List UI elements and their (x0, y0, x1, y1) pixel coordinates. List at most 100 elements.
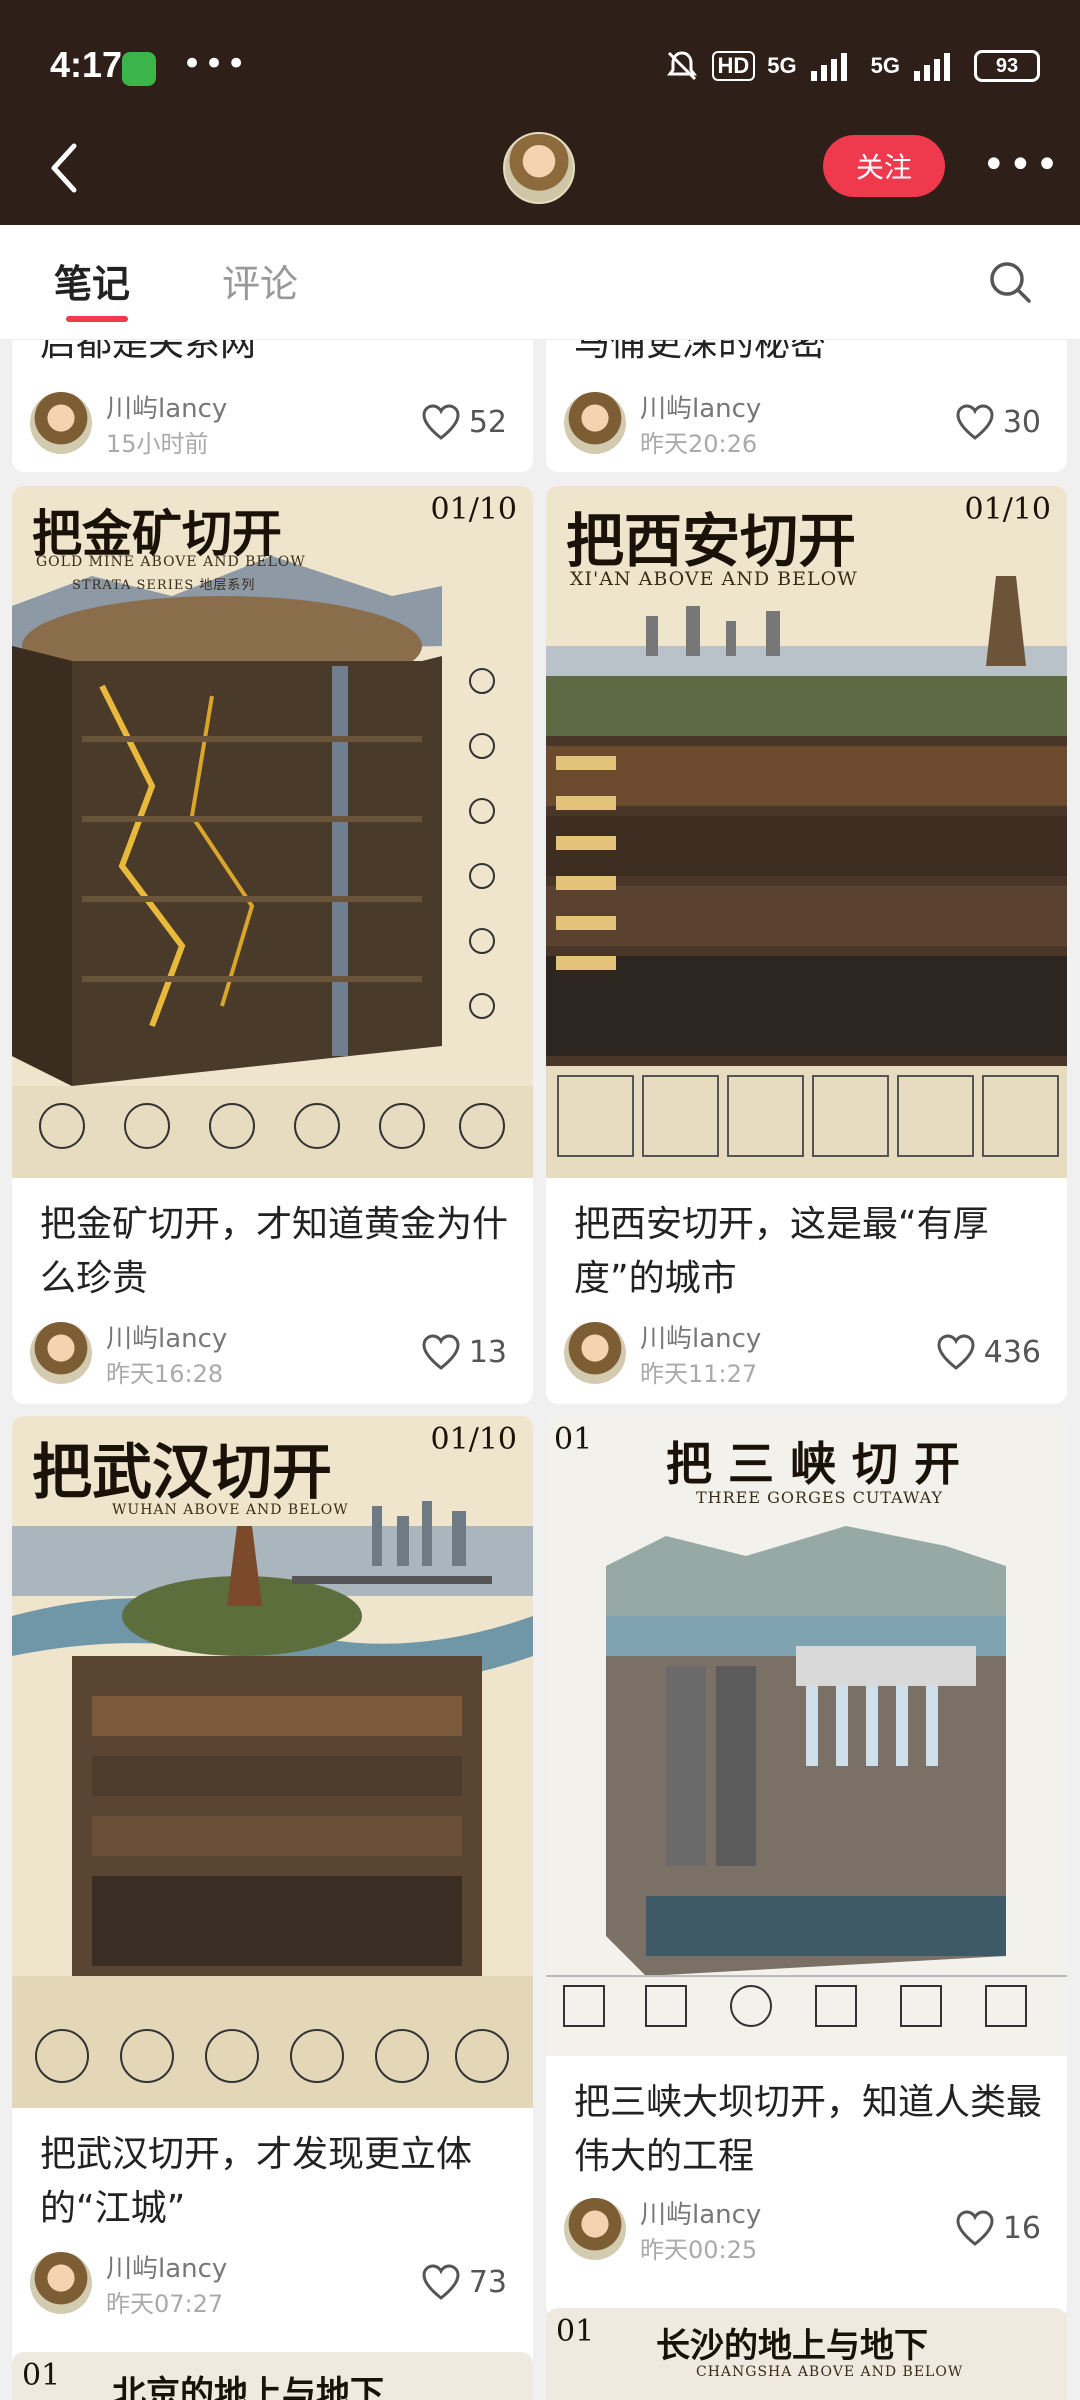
note-card[interactable]: 把武汉切开 WUHAN ABOVE AND BELOW 01/10 把武汉切开，… (12, 1416, 533, 2376)
profile-avatar[interactable] (503, 132, 575, 204)
heart-icon (956, 404, 994, 440)
avatar (564, 392, 626, 454)
tab-bar: 笔记 评论 (0, 225, 1080, 340)
note-card[interactable]: 01 长沙的地上与地下 CHANGSHA ABOVE AND BELOW (546, 2308, 1067, 2400)
poster-subtitle: THREE GORGES CUTAWAY (696, 1488, 944, 1507)
hd-badge: HD (711, 51, 756, 81)
like-count: 52 (468, 404, 507, 440)
note-cover-image[interactable]: 把西安切开 XI'AN ABOVE AND BELOW 01/10 (546, 486, 1067, 1178)
more-options-icon[interactable]: ••• (982, 145, 1062, 185)
poster-page-number: 01 (22, 2358, 61, 2393)
author-name: 川屿lancy (106, 2254, 228, 2284)
poster-title: 把武汉切开 (32, 1438, 332, 1508)
like-button[interactable]: 30 (955, 398, 1041, 446)
poster-page-number: 01 (556, 2314, 595, 2349)
poster-subtitle: XI'AN ABOVE AND BELOW (570, 568, 858, 590)
post-time: 15小时前 (106, 430, 209, 458)
signal-bars-icon (914, 53, 950, 81)
post-time: 昨天07:27 (106, 2290, 224, 2318)
battery-level: 93 (995, 54, 1019, 77)
avatar (30, 1322, 92, 1384)
back-arrow-icon[interactable] (44, 138, 84, 198)
note-cover-image[interactable]: 把金矿切开 GOLD MINE ABOVE AND BELOW STRATA S… (12, 486, 533, 1178)
wuhan-cutaway-illustration (12, 1416, 533, 2108)
signal-bars-icon (810, 53, 847, 81)
signal-label-1: 5G (767, 53, 797, 78)
nav-row: 关注 ••• (0, 120, 1080, 225)
note-title: 把三峡大坝切开，知道人类最伟大的工程 (574, 2082, 1043, 2177)
author-row[interactable]: 川屿lancy 昨天07:27 (30, 2246, 330, 2318)
poster-page-number: 01/10 (964, 492, 1051, 527)
tab-comments[interactable]: 评论 (222, 253, 298, 308)
heart-icon (937, 1334, 975, 1370)
search-icon[interactable] (988, 260, 1032, 304)
like-count: 436 (983, 1334, 1041, 1370)
heart-icon (956, 2210, 994, 2246)
avatar (564, 1322, 626, 1384)
status-bar: 4:17 ••• HD 5G 5G 93 (0, 0, 1080, 120)
poster-subtitle: WUHAN ABOVE AND BELOW (112, 1502, 349, 1518)
post-time: 昨天16:28 (106, 1360, 224, 1388)
author-name: 川屿lancy (106, 1324, 228, 1354)
note-title: 把武汉切开，才发现更立体的“江城” (40, 2134, 473, 2229)
note-cover-image[interactable]: 把武汉切开 WUHAN ABOVE AND BELOW 01/10 (12, 1416, 533, 2108)
author-name: 川屿lancy (640, 1324, 762, 1354)
author-row[interactable]: 川屿lancy 昨天00:25 (564, 2192, 864, 2264)
heart-icon (422, 1334, 460, 1370)
active-tab-indicator (66, 316, 128, 322)
like-button[interactable]: 73 (421, 2258, 507, 2306)
like-count: 30 (1002, 404, 1041, 440)
avatar (30, 2252, 92, 2314)
poster-title: 北京的地上与地下 (112, 2374, 384, 2400)
call-icon (122, 52, 156, 86)
note-card[interactable]: 把金矿切开 GOLD MINE ABOVE AND BELOW STRATA S… (12, 486, 533, 1404)
mute-bell-icon (666, 51, 697, 81)
note-card[interactable]: 把西安切开 XI'AN ABOVE AND BELOW 01/10 把西安切开，… (546, 486, 1067, 1404)
poster-page-number: 01 (554, 1422, 593, 1457)
note-title: 启都是关系网 (40, 340, 257, 364)
author-name: 川屿lancy (106, 394, 228, 424)
post-time: 昨天11:27 (640, 1360, 758, 1388)
avatar (564, 2198, 626, 2260)
like-count: 13 (468, 1334, 507, 1370)
tab-notes[interactable]: 笔记 (54, 253, 130, 308)
more-status-icon: ••• (182, 44, 249, 84)
post-time: 昨天20:26 (640, 430, 758, 458)
three-gorges-dam-cutaway-illustration (546, 1416, 1067, 2056)
heart-icon (422, 404, 460, 440)
like-button[interactable]: 436 (936, 1328, 1041, 1376)
note-cover-image[interactable]: 把 三 峡 切 开 THREE GORGES CUTAWAY 01 (546, 1416, 1067, 2056)
author-row[interactable]: 川屿lancy 15小时前 (30, 386, 330, 458)
note-title: 把金矿切开，才知道黄金为什么珍贵 (40, 1204, 509, 1299)
like-count: 16 (1002, 2210, 1041, 2246)
poster-title: 把西安切开 (566, 507, 857, 575)
top-bar: 4:17 ••• HD 5G 5G 93 关注 ••• (0, 0, 1080, 225)
author-row[interactable]: 川屿lancy 昨天20:26 (564, 386, 864, 458)
like-button[interactable]: 13 (421, 1328, 507, 1376)
poster-series: STRATA SERIES 地层系列 (72, 578, 256, 593)
like-button[interactable]: 52 (421, 398, 507, 446)
poster-subtitle: CHANGSHA ABOVE AND BELOW (696, 2364, 964, 2380)
poster-title: 把 三 峡 切 开 (666, 1437, 961, 1491)
author-name: 川屿lancy (640, 2200, 762, 2230)
follow-button[interactable]: 关注 (823, 135, 945, 197)
poster-title: 长沙的地上与地下 (656, 2326, 928, 2366)
author-row[interactable]: 川屿lancy 昨天11:27 (564, 1316, 864, 1388)
note-card[interactable]: 马俑更深的秘密 川屿lancy 昨天20:26 30 (546, 340, 1067, 472)
status-time: 4:17 (50, 44, 123, 85)
notes-feed: 启都是关系网 川屿lancy 15小时前 52 马俑更深的秘密 川屿lancy … (0, 340, 1080, 2400)
poster-page-number: 01/10 (430, 492, 517, 527)
like-button[interactable]: 16 (955, 2204, 1041, 2252)
battery-icon: 93 (974, 50, 1040, 82)
author-row[interactable]: 川屿lancy 昨天16:28 (30, 1316, 330, 1388)
poster-subtitle: GOLD MINE ABOVE AND BELOW (36, 554, 306, 570)
note-title: 马俑更深的秘密 (574, 340, 827, 364)
avatar (30, 392, 92, 454)
note-card[interactable]: 把 三 峡 切 开 THREE GORGES CUTAWAY 01 把三峡大坝切… (546, 1416, 1067, 2318)
note-card[interactable]: 启都是关系网 川屿lancy 15小时前 52 (12, 340, 533, 472)
heart-icon (422, 2264, 460, 2300)
author-name: 川屿lancy (640, 394, 762, 424)
post-time: 昨天00:25 (640, 2236, 758, 2264)
note-card[interactable]: 01 北京的地上与地下 (12, 2352, 533, 2400)
like-count: 73 (468, 2264, 507, 2300)
